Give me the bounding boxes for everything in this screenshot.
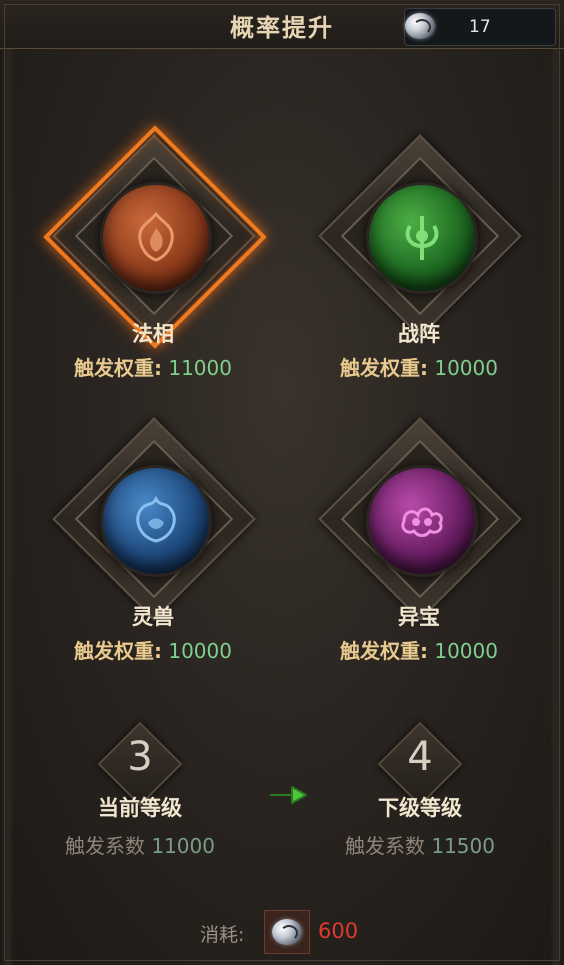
orb-orange xyxy=(100,182,212,294)
cost-icon-box xyxy=(264,910,310,954)
node-name: 异宝 xyxy=(398,605,440,629)
totem-emblem-icon xyxy=(405,216,439,260)
node-weight: 触发权重: 10000 xyxy=(38,635,268,664)
frame-right-border xyxy=(550,0,564,965)
silver-gem-icon xyxy=(405,13,435,39)
current-level-label: 当前等级 xyxy=(98,796,182,820)
currency-display: 17 xyxy=(404,8,556,46)
frame-left-border xyxy=(0,0,14,965)
orb-purple xyxy=(366,465,478,577)
orb-blue xyxy=(100,465,212,577)
weight-label: 触发权重: xyxy=(74,356,162,380)
weight-value: 10000 xyxy=(168,639,232,663)
flame-emblem-icon xyxy=(138,211,174,262)
weight-value: 10000 xyxy=(434,356,498,380)
node-weight: 触发权重: 10000 xyxy=(304,635,534,664)
next-level-number: 4 xyxy=(407,734,433,780)
node-zhanzhen[interactable]: 战阵 触发权重: 10000 xyxy=(304,134,534,410)
header-bar: 概率提升 17 xyxy=(0,0,564,49)
orb-green xyxy=(366,182,478,294)
cost-value: 600 xyxy=(318,919,359,943)
weight-value: 11000 xyxy=(168,356,232,380)
green-arrow-icon xyxy=(270,786,307,804)
current-coef: 触发系数 11000 xyxy=(40,830,240,859)
weight-value: 10000 xyxy=(434,639,498,663)
node-name: 战阵 xyxy=(398,322,440,346)
node-name: 灵兽 xyxy=(132,605,174,629)
coef-value: 11500 xyxy=(431,834,495,858)
cloud-emblem-icon xyxy=(401,507,443,537)
next-level-label: 下级等级 xyxy=(378,796,462,820)
silver-gem-icon xyxy=(272,919,302,945)
node-weight: 触发权重: 10000 xyxy=(304,352,534,381)
coef-value: 11000 xyxy=(151,834,215,858)
node-weight: 触发权重: 11000 xyxy=(38,352,268,381)
cost-label: 消耗: xyxy=(200,924,245,946)
weight-label: 触发权重: xyxy=(340,356,428,380)
next-level: 4 下级等级 触发系数 11500 xyxy=(320,721,520,860)
coef-label: 触发系数 xyxy=(345,834,425,858)
current-level: 3 当前等级 触发系数 11000 xyxy=(40,721,240,860)
currency-count: 17 xyxy=(469,17,491,37)
beast-emblem-icon xyxy=(136,495,176,543)
current-level-number: 3 xyxy=(127,734,153,780)
next-coef: 触发系数 11500 xyxy=(320,830,520,859)
cost-row: 消耗: 600 xyxy=(0,908,564,954)
coef-label: 触发系数 xyxy=(65,834,145,858)
node-name: 法相 xyxy=(132,322,174,346)
weight-label: 触发权重: xyxy=(74,639,162,663)
node-yibao[interactable]: 异宝 触发权重: 10000 xyxy=(304,417,534,693)
node-lingshou[interactable]: 灵兽 触发权重: 10000 xyxy=(38,417,268,693)
weight-label: 触发权重: xyxy=(340,639,428,663)
node-faxiang[interactable]: 法相 触发权重: 11000 xyxy=(38,125,268,410)
